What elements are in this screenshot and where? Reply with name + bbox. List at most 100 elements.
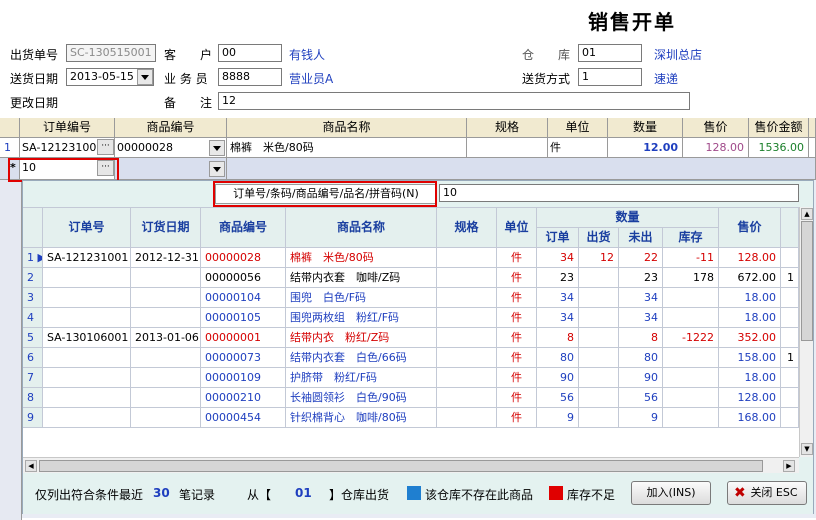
row1-qty-cell[interactable]: 12.00 [608,138,683,158]
delivery-code-field[interactable]: 1 [578,68,642,86]
footer-prefix: 仅列出符合条件最近 [35,488,144,502]
col-product-name[interactable]: 商品名称 [227,118,467,138]
cell-spec [437,268,497,288]
row1-spec-cell[interactable] [467,138,548,158]
date-picker[interactable]: 2013-05-15 [66,68,154,86]
cell-qty-stock [663,348,719,368]
new-row-code-cell[interactable] [115,158,227,180]
row-index: 1 [0,138,20,158]
legend-red-swatch [549,486,563,500]
order-no-field[interactable]: SC-130515001 [66,44,156,62]
cell-extra [781,388,799,408]
cell-qty-out [579,388,619,408]
row1-code-value: 00000028 [117,141,173,154]
cell-name: 长袖圆领衫 白色/90码 [286,388,437,408]
cell-extra: 1 [781,348,799,368]
scroll-left-icon[interactable]: ◀ [25,460,37,472]
h-name[interactable]: 商品名称 [286,208,437,248]
cell-order: SA-130106001 [43,328,131,348]
row1-code-cell[interactable]: 00000028 [115,138,227,158]
cell-name: 结带内衣 粉红/Z码 [286,328,437,348]
salesman-name-link[interactable]: 营业员A [289,70,333,87]
cell-qty-order: 9 [537,408,579,428]
scroll-down-icon[interactable]: ▼ [801,443,813,455]
cell-qty-rest: 80 [619,348,663,368]
search-input[interactable]: 10 [439,184,799,202]
h-spec[interactable]: 规格 [437,208,497,248]
h-qty-out[interactable]: 出货 [579,228,619,248]
footer-warehouse: 01 [295,486,312,500]
cell-qty-rest: 34 [619,308,663,328]
cell-qty-order: 34 [537,308,579,328]
close-button[interactable]: ✖ 关闭 ESC [727,481,807,505]
h-code[interactable]: 商品编号 [201,208,286,248]
h-qty[interactable]: 数量 [537,208,719,228]
close-icon: ✖ [734,485,746,501]
col-amount[interactable]: 售价金额 [749,118,809,138]
row1-amount-cell[interactable]: 1536.00 [749,138,809,158]
cell-qty-order: 34 [537,248,579,268]
h-qty-stock[interactable]: 库存 [663,228,719,248]
customer-code-field[interactable]: 00 [218,44,282,62]
h-price[interactable]: 售价 [719,208,781,248]
row1-order-cell[interactable]: SA-121231001 ··· [20,138,115,158]
cell-qty-out [579,328,619,348]
col-order-no[interactable]: 订单编号 [20,118,115,138]
row-index: 8 [23,388,43,408]
col-spec[interactable]: 规格 [467,118,548,138]
close-button-label: 关闭 ESC [750,486,798,499]
highlight-box-search [213,181,437,207]
popup-footer: 仅列出符合条件最近 30 笔记录 从【 01 】仓库出货 该仓库不存在此商品 库… [23,474,813,514]
warehouse-name-link[interactable]: 深圳总店 [654,46,702,63]
cell-order [43,268,131,288]
cell-spec [437,368,497,388]
cell-date [131,368,201,388]
more-button[interactable]: ··· [97,139,114,155]
legend-red-label: 库存不足 [567,488,616,502]
chevron-down-icon[interactable] [209,161,225,177]
v-scroll-thumb[interactable] [801,221,813,341]
v-scrollbar[interactable]: ▲ ▼ [799,207,813,457]
cell-code: 00000105 [201,308,286,328]
h-scrollbar[interactable]: ◀ ▶ [23,457,799,473]
cell-price: 128.00 [719,248,781,268]
cell-qty-out [579,348,619,368]
chevron-down-icon[interactable] [137,69,153,85]
add-button[interactable]: 加入(INS) [631,481,711,505]
col-product-code[interactable]: 商品编号 [115,118,227,138]
salesman-code-field[interactable]: 8888 [218,68,282,86]
cell-unit: 件 [497,288,537,308]
h-scroll-thumb[interactable] [39,460,763,472]
cell-qty-order: 90 [537,368,579,388]
col-price[interactable]: 售价 [683,118,749,138]
cell-spec [437,408,497,428]
footer-wh-suffix: 】仓库出货 [329,488,390,502]
scroll-right-icon[interactable]: ▶ [783,460,795,472]
col-qty[interactable]: 数量 [608,118,683,138]
row1-name-cell[interactable]: 棉裤 米色/80码 [227,138,467,158]
cell-qty-rest: 56 [619,388,663,408]
h-unit[interactable]: 单位 [497,208,537,248]
cell-spec [437,248,497,268]
cell-qty-rest: 90 [619,368,663,388]
remark-field[interactable]: 12 [218,92,690,110]
h-date[interactable]: 订货日期 [131,208,201,248]
h-qty-order[interactable]: 订单 [537,228,579,248]
row-indicator-header [0,118,20,138]
customer-name-link[interactable]: 有钱人 [289,46,325,63]
row1-unit-cell[interactable]: 件 [548,138,608,158]
warehouse-code-field[interactable]: 01 [578,44,642,62]
cell-extra [781,308,799,328]
h-order[interactable]: 订单号 [43,208,131,248]
h-qty-rest[interactable]: 未出 [619,228,663,248]
row-index-selected: 1 ▶ [23,248,43,268]
cell-order [43,348,131,368]
cell-qty-out [579,288,619,308]
chevron-down-icon[interactable] [209,140,225,156]
row1-price-cell[interactable]: 128.00 [683,138,749,158]
footer-count: 30 [153,486,170,500]
delivery-name-link[interactable]: 速递 [654,70,678,87]
col-unit[interactable]: 单位 [548,118,608,138]
date-value: 2013-05-15 [70,70,134,83]
scroll-up-icon[interactable]: ▲ [801,208,813,220]
